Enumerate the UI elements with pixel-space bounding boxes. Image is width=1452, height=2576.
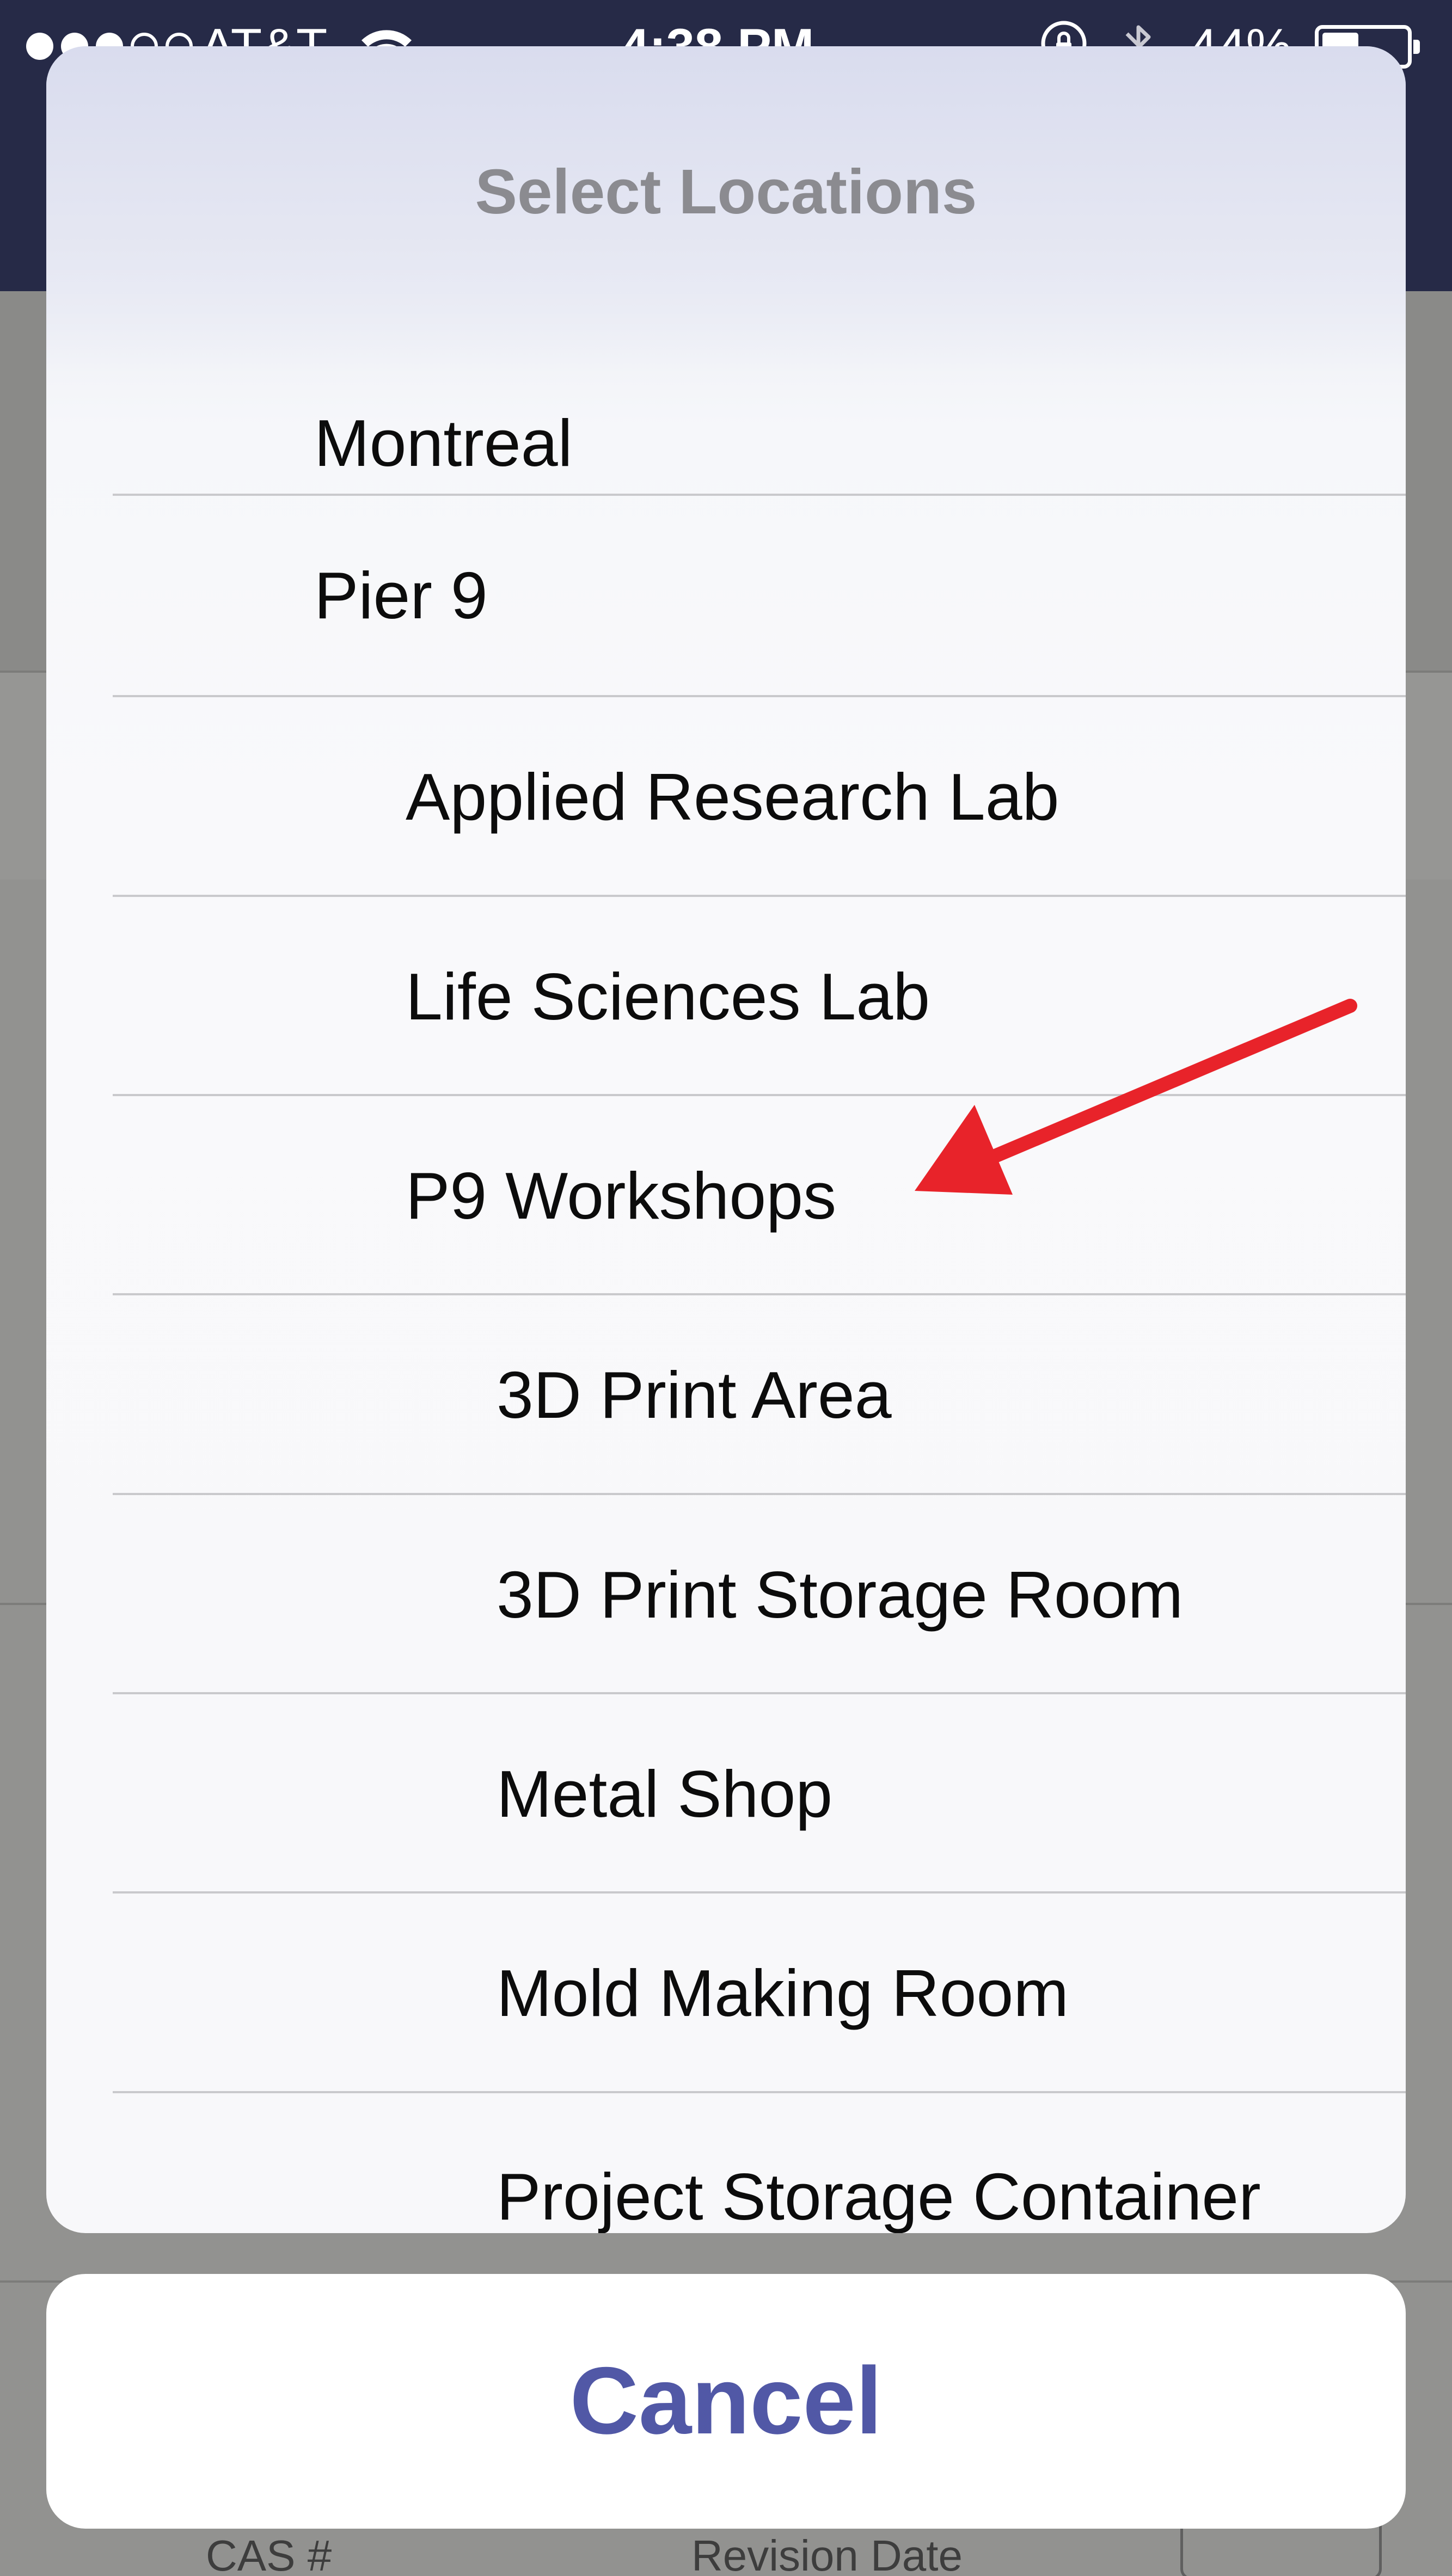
select-locations-sheet: Montreal Pier 9 Applied Research Lab Lif… — [46, 46, 1406, 2233]
background-cas-label: CAS # — [206, 2531, 332, 2576]
location-option-label: Applied Research Lab — [406, 760, 1059, 834]
location-option-3d-print-area[interactable]: 3D Print Area — [46, 1295, 1406, 1495]
location-option-label: P9 Workshops — [406, 1159, 837, 1233]
location-option-label: Pier 9 — [314, 558, 488, 632]
location-option-project-storage-container[interactable]: Project Storage Container — [46, 2097, 1406, 2233]
location-option-label: Project Storage Container — [497, 2160, 1261, 2233]
location-option-label: Life Sciences Lab — [406, 960, 930, 1034]
location-options-list[interactable]: Montreal Pier 9 Applied Research Lab Lif… — [46, 46, 1406, 2233]
location-option-label: Metal Shop — [497, 1757, 833, 1831]
separator — [113, 2091, 1406, 2093]
location-option-metal-shop[interactable]: Metal Shop — [46, 1694, 1406, 1893]
location-option-mold-making-room[interactable]: Mold Making Room — [46, 1893, 1406, 2093]
location-option-pier-9[interactable]: Pier 9 — [46, 496, 1406, 695]
screen: CAS # Revision Date AT&T 4:38 PM — [0, 0, 1452, 2576]
location-option-applied-research-lab[interactable]: Applied Research Lab — [46, 697, 1406, 896]
location-option-label: Mold Making Room — [497, 1956, 1069, 2030]
location-option-p9-workshops[interactable]: P9 Workshops — [46, 1096, 1406, 1295]
location-option-life-sciences-lab[interactable]: Life Sciences Lab — [46, 897, 1406, 1096]
location-option-label: 3D Print Area — [497, 1358, 892, 1432]
sheet-title: Select Locations — [475, 156, 977, 227]
location-option-3d-print-storage-room[interactable]: 3D Print Storage Room — [46, 1495, 1406, 1694]
location-option-label: 3D Print Storage Room — [497, 1558, 1184, 1632]
background-revision-date-label: Revision Date — [691, 2531, 963, 2576]
cancel-button[interactable]: Cancel — [46, 2274, 1406, 2529]
